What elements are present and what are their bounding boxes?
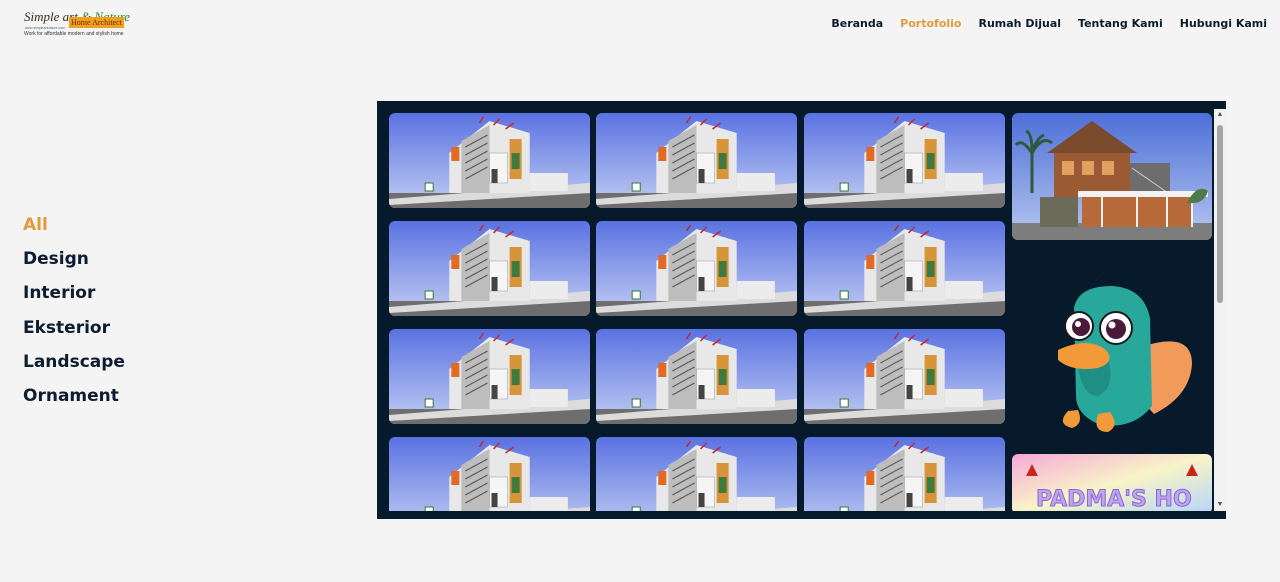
banner-text: PADMA'S HO [1036, 487, 1192, 511]
platypus-mascot-image [1058, 272, 1192, 432]
filter-landscape[interactable]: Landscape [23, 351, 125, 385]
house-render-image [804, 221, 1005, 316]
gallery-thumb-house-render[interactable] [596, 437, 797, 511]
nav-tentang-kami[interactable]: Tentang Kami [1078, 17, 1163, 30]
logo-tagline: Work for affordable modern and stylish h… [24, 31, 124, 37]
house-render-image [389, 437, 590, 511]
scroll-down-arrow[interactable]: ▼ [1214, 499, 1226, 511]
scroll-thumb[interactable] [1217, 125, 1223, 303]
gallery-thumb-house-render[interactable] [804, 221, 1005, 316]
filter-all[interactable]: All [23, 214, 125, 248]
portfolio-filter-list: All Design Interior Eksterior Landscape … [23, 214, 125, 419]
gallery-thumb-house-render[interactable] [804, 329, 1005, 424]
house-render-image [596, 113, 797, 208]
house-render-image [596, 437, 797, 511]
nav-beranda[interactable]: Beranda [831, 17, 883, 30]
portfolio-gallery: PADMA'S HO ▲ ▼ [377, 101, 1226, 519]
nav-hubungi-kami[interactable]: Hubungi Kami [1180, 17, 1267, 30]
house-render-image [389, 329, 590, 424]
gallery-thumb-house-render[interactable] [804, 437, 1005, 511]
gallery-thumb-house-render[interactable] [596, 113, 797, 208]
gallery-thumb-banner[interactable]: PADMA'S HO [1012, 454, 1212, 511]
house-render-image [596, 221, 797, 316]
gallery-thumb-house-render[interactable] [596, 221, 797, 316]
logo-badge: Home Architect [69, 17, 124, 28]
nav-portofolio[interactable]: Portofolio [900, 17, 961, 30]
house-render-image [804, 437, 1005, 511]
gallery-scroll-area[interactable]: PADMA'S HO [377, 101, 1214, 511]
house-render-image [389, 113, 590, 208]
gallery-thumb-house-render[interactable] [389, 329, 590, 424]
gallery-thumb-house-render[interactable] [804, 113, 1005, 208]
gallery-thumb-wooden-house[interactable] [1012, 113, 1212, 240]
gallery-thumb-house-render[interactable] [389, 113, 590, 208]
nav-rumah-dijual[interactable]: Rumah Dijual [978, 17, 1061, 30]
padmas-banner-image: PADMA'S HO [1012, 454, 1212, 511]
wooden-house-image [1012, 113, 1212, 240]
gallery-thumb-house-render[interactable] [596, 329, 797, 424]
site-logo[interactable]: Simple art & Nature Home Architect www.s… [24, 9, 130, 39]
house-render-image [804, 113, 1005, 208]
gallery-thumb-house-render[interactable] [389, 221, 590, 316]
filter-design[interactable]: Design [23, 248, 125, 282]
filter-eksterior[interactable]: Eksterior [23, 317, 125, 351]
gallery-scrollbar[interactable]: ▲ ▼ [1214, 109, 1226, 511]
house-render-image [389, 221, 590, 316]
filter-ornament[interactable]: Ornament [23, 385, 125, 419]
scroll-up-arrow[interactable]: ▲ [1214, 109, 1226, 121]
filter-interior[interactable]: Interior [23, 282, 125, 316]
main-nav: Beranda Portofolio Rumah Dijual Tentang … [814, 17, 1267, 30]
gallery-thumb-house-render[interactable] [389, 437, 590, 511]
house-render-image [804, 329, 1005, 424]
house-render-image [596, 329, 797, 424]
logo-url: www.simpleartnature.com [25, 26, 66, 30]
gallery-thumb-mascot[interactable] [1012, 246, 1212, 446]
